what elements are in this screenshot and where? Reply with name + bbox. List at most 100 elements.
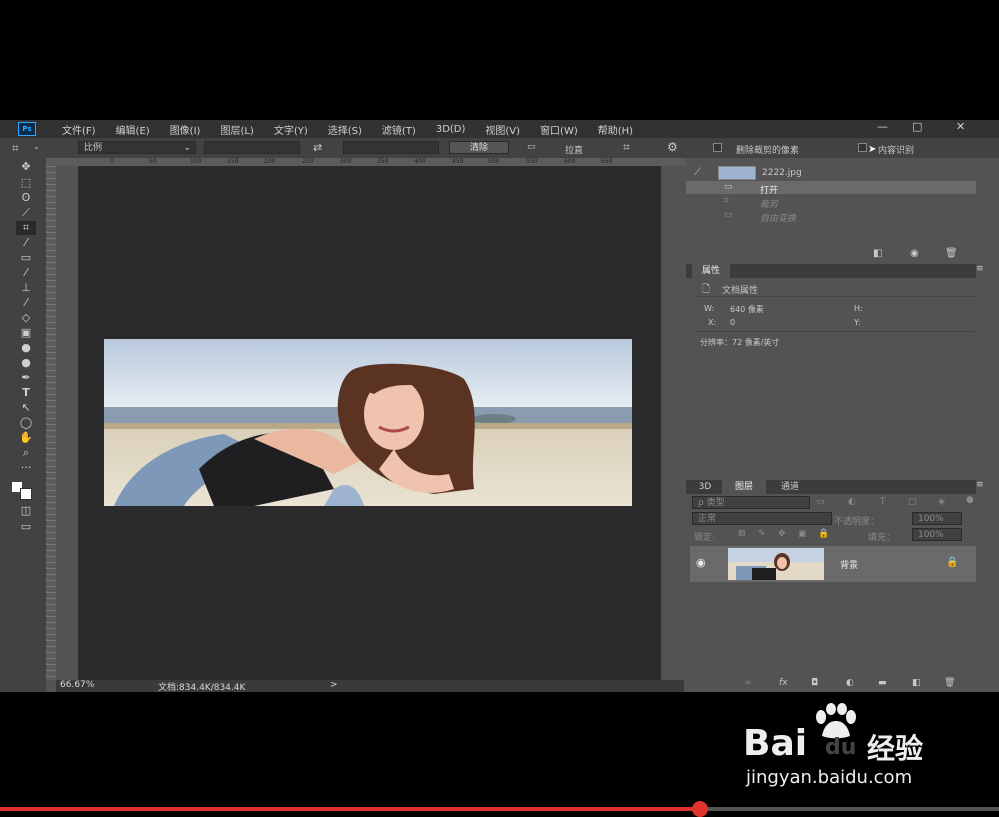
lock-artboard-icon[interactable]: ▣ (798, 529, 807, 539)
video-progress-track[interactable] (700, 807, 999, 811)
gear-icon[interactable]: ⚙ (667, 140, 678, 154)
crop-tool-icon[interactable]: ⌗ (16, 221, 36, 235)
pen-tool-icon[interactable]: ✒ (16, 371, 36, 385)
menu-view[interactable]: 视图(V) (485, 122, 520, 137)
eyedropper-tool-icon[interactable]: ⁄ (16, 236, 36, 250)
filter-adjust-icon[interactable]: ◐ (848, 497, 856, 507)
delete-cropped-checkbox[interactable] (713, 143, 722, 152)
menu-3d[interactable]: 3D(D) (436, 124, 466, 135)
snapshot-name[interactable]: 2222.jpg (762, 168, 802, 178)
menu-file[interactable]: 文件(F) (62, 122, 96, 137)
history-brush-tool-icon[interactable]: ⁄ (16, 296, 36, 310)
filter-toggle-icon[interactable]: ● (966, 495, 974, 505)
quick-select-tool-icon[interactable]: ⟋ (16, 206, 36, 220)
status-menu-arrow[interactable]: > (330, 680, 338, 690)
document-photo[interactable] (104, 339, 632, 506)
zoom-tool-icon[interactable]: ⌕ (16, 446, 36, 460)
history-item[interactable]: 打开 (760, 183, 778, 196)
close-button[interactable]: ✕ (956, 120, 965, 133)
delete-layer-icon[interactable]: 🗑 (944, 678, 955, 688)
menu-select[interactable]: 选择(S) (328, 122, 362, 137)
adjustment-layer-icon[interactable]: ◐ (846, 678, 854, 688)
dodge-tool-icon[interactable]: ● (16, 356, 36, 370)
trash-icon[interactable]: 🗑 (945, 248, 958, 259)
path-select-tool-icon[interactable]: ↖ (16, 401, 36, 415)
minimize-button[interactable]: — (877, 120, 888, 133)
straighten-icon[interactable]: ▭ (527, 142, 536, 152)
tab-layers[interactable]: 图层 (722, 480, 766, 494)
blur-tool-icon[interactable]: ● (16, 341, 36, 355)
layer-row[interactable]: ◉ 背景 🔒 (690, 546, 976, 582)
add-mask-icon[interactable]: ◘ (811, 678, 818, 688)
more-tools-icon[interactable]: ··· (16, 461, 36, 475)
gradient-tool-icon[interactable]: ▣ (16, 326, 36, 340)
type-tool-icon[interactable]: T (16, 386, 36, 400)
shape-tool-icon[interactable]: ◯ (16, 416, 36, 430)
menu-edit[interactable]: 编辑(E) (116, 122, 150, 137)
lock-move-icon[interactable]: ✥ (778, 529, 786, 539)
width-input[interactable] (204, 141, 300, 154)
layer-name[interactable]: 背景 (840, 558, 858, 571)
tab-properties[interactable]: 属性 (692, 264, 730, 278)
fill-input[interactable]: 100% (912, 528, 962, 541)
move-tool-icon[interactable]: ✥ (16, 160, 36, 174)
lock-all-icon[interactable]: 🔒 (818, 529, 829, 539)
filter-type-icon[interactable]: T (880, 497, 886, 507)
layer-filter-select[interactable]: ρ 类型 (692, 496, 810, 509)
menu-filter[interactable]: 滤镜(T) (382, 122, 416, 137)
new-layer-icon[interactable]: ◧ (912, 678, 921, 688)
link-layers-icon[interactable]: ∞ (744, 678, 752, 688)
menu-layer[interactable]: 图层(L) (220, 122, 253, 137)
menu-type[interactable]: 文字(Y) (274, 122, 308, 137)
snapshot-thumbnail[interactable] (718, 166, 756, 180)
marquee-tool-icon[interactable]: ⬚ (16, 176, 36, 190)
lock-paint-icon[interactable]: ✎ (758, 529, 766, 539)
blend-mode-select[interactable]: 正常 (692, 512, 832, 525)
tab-channels[interactable]: 通道 (770, 480, 810, 494)
content-aware-checkbox[interactable] (858, 143, 867, 152)
lasso-tool-icon[interactable]: ʘ (16, 191, 36, 205)
menu-image[interactable]: 图像(I) (170, 122, 201, 137)
eraser-tool-icon[interactable]: ◇ (16, 311, 36, 325)
clone-stamp-tool-icon[interactable]: ⊥ (16, 281, 36, 295)
jingyan-text: 经验 (867, 732, 924, 765)
straighten-label[interactable]: 拉直 (565, 143, 583, 156)
quick-mask-icon[interactable]: ◫ (16, 504, 36, 518)
crop-tool-icon[interactable]: ⌗ (12, 141, 19, 156)
filter-pixel-icon[interactable]: ▭ (816, 497, 825, 507)
crop-icon: ⌗ (724, 196, 730, 206)
menu-window[interactable]: 窗口(W) (540, 122, 578, 137)
video-progress-handle[interactable] (692, 801, 708, 817)
fx-icon[interactable]: fx (779, 678, 788, 688)
maximize-button[interactable]: □ (912, 120, 922, 133)
ratio-select[interactable]: 比例 ⌄ (78, 141, 196, 154)
history-item[interactable]: 裁剪 (760, 197, 778, 210)
swap-icon[interactable]: ⇄ (313, 141, 322, 154)
video-progress-fill[interactable] (0, 807, 700, 811)
opacity-input[interactable]: 100% (912, 512, 962, 525)
chevron-down-icon[interactable]: ⌄ (33, 142, 40, 151)
hand-tool-icon[interactable]: ✋ (16, 431, 36, 445)
zoom-level[interactable]: 66.67% (60, 680, 94, 690)
filter-smart-icon[interactable]: ◈ (938, 497, 945, 507)
filter-shape-icon[interactable]: ▢ (908, 497, 917, 507)
tab-3d[interactable]: 3D (692, 480, 718, 494)
eye-icon[interactable]: ◉ (696, 556, 706, 569)
menu-help[interactable]: 帮助(H) (598, 122, 633, 137)
panel-menu-icon[interactable]: ≡ (976, 264, 984, 274)
new-group-icon[interactable]: ▬ (878, 678, 887, 688)
background-color-swatch[interactable] (20, 488, 32, 500)
clear-button[interactable]: 清除 (449, 141, 509, 154)
height-input[interactable] (343, 141, 439, 154)
healing-brush-tool-icon[interactable]: ▭ (16, 251, 36, 265)
camera-icon[interactable]: ◉ (910, 248, 919, 259)
new-document-from-state-icon[interactable]: ◧ (873, 248, 882, 259)
overlay-grid-icon[interactable]: ⌗ (623, 140, 630, 155)
doc-size[interactable]: 文档:834.4K/834.4K (158, 680, 245, 692)
history-item[interactable]: 自由变换 (760, 211, 796, 224)
history-brush-icon[interactable]: ⟋ (694, 167, 701, 178)
lock-pixels-icon[interactable]: ⊠ (738, 529, 746, 539)
screen-mode-icon[interactable]: ▭ (16, 520, 36, 534)
brush-tool-icon[interactable]: ⁄ (16, 266, 36, 280)
panel-menu-icon[interactable]: ≡ (976, 480, 984, 490)
